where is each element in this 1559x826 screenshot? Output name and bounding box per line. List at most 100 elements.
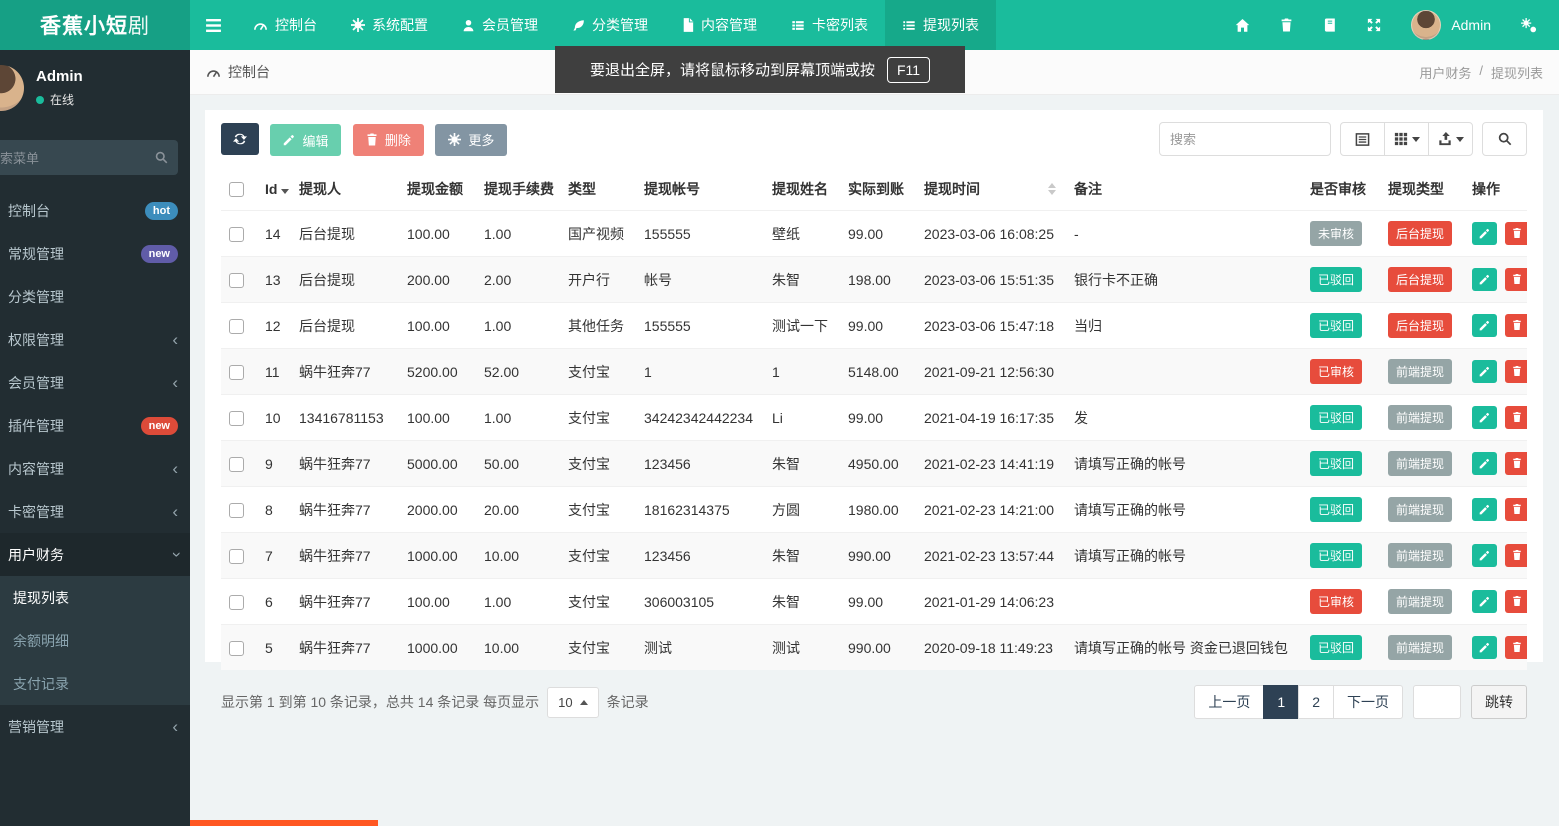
export-icon [1438,132,1452,146]
more-button[interactable]: 更多 [435,124,507,156]
cell-fee: 10.00 [476,625,560,671]
cell-id: 11 [257,349,291,395]
sidebar-menu-item[interactable]: 常规管理 new [0,232,190,275]
cell-id: 9 [257,441,291,487]
row-edit-button[interactable] [1472,406,1497,429]
pagination: 上一页 1 2 下一页 [1195,685,1403,719]
topbar-nav-card-list[interactable]: 卡密列表 [774,0,885,50]
row-checkbox[interactable] [229,457,244,472]
table-row: 12 后台提现 100.00 1.00 其他任务 155555 测试一下 99.… [221,303,1527,349]
row-delete-button[interactable] [1505,406,1527,429]
row-checkbox[interactable] [229,227,244,242]
table-row: 5 蜗牛狂奔77 1000.00 10.00 支付宝 测试 测试 990.00 … [221,625,1527,671]
table-search-input[interactable] [1159,122,1331,156]
row-checkbox[interactable] [229,273,244,288]
sidebar-item-user-finance[interactable]: 用户财务 [0,533,190,576]
row-checkbox[interactable] [229,641,244,656]
jump-page-input[interactable] [1413,685,1461,719]
topbar-nav-members[interactable]: 会员管理 [445,0,555,50]
row-edit-button[interactable] [1472,268,1497,291]
header-id[interactable]: Id [257,168,291,211]
book-icon[interactable] [1323,18,1337,32]
cell-fee: 52.00 [476,349,560,395]
sidebar-submenu-item[interactable]: 提现列表 [0,576,190,619]
search-button[interactable] [1482,122,1527,156]
topbar-nav-content[interactable]: 内容管理 [665,0,774,50]
user-icon [462,19,475,32]
sidebar-toggle-button[interactable] [190,0,236,50]
pencil-icon [1479,366,1490,377]
cell-id: 7 [257,533,291,579]
row-edit-button[interactable] [1472,636,1497,659]
expand-icon[interactable] [1367,18,1381,32]
jump-button[interactable]: 跳转 [1471,685,1527,719]
pencil-icon [1479,274,1490,285]
sidebar-menu-item[interactable]: 卡密管理 [0,490,190,533]
row-checkbox[interactable] [229,595,244,610]
row-edit-button[interactable] [1472,452,1497,475]
header-time[interactable]: 提现时间 [916,168,1066,211]
row-delete-button[interactable] [1505,360,1527,383]
row-delete-button[interactable] [1505,268,1527,291]
sidebar-search-input[interactable]: 搜索菜单 [0,140,178,175]
row-checkbox[interactable] [229,411,244,426]
row-checkbox[interactable] [229,319,244,334]
pagination-page-2[interactable]: 2 [1298,685,1334,719]
sidebar-menu-item[interactable]: 权限管理 [0,318,190,361]
row-edit-button[interactable] [1472,544,1497,567]
row-delete-button[interactable] [1505,636,1527,659]
sidebar-menu-item[interactable]: 分类管理 [0,275,190,318]
delete-button[interactable]: 删除 [353,124,424,156]
row-edit-button[interactable] [1472,498,1497,521]
header-actions: 操作 [1464,168,1527,211]
cell-fee: 1.00 [476,395,560,441]
cell-actual: 5148.00 [840,349,916,395]
pagination-prev[interactable]: 上一页 [1194,685,1264,719]
row-checkbox[interactable] [229,549,244,564]
edit-button[interactable]: 编辑 [270,124,341,156]
row-delete-button[interactable] [1505,452,1527,475]
sidebar-menu-item[interactable]: 控制台 hot [0,189,190,232]
row-edit-button[interactable] [1472,360,1497,383]
sidebar-menu-item[interactable]: 内容管理 [0,447,190,490]
cell-amount: 1000.00 [399,533,476,579]
row-edit-button[interactable] [1472,222,1497,245]
columns-button[interactable] [1384,122,1429,156]
cell-actual: 4950.00 [840,441,916,487]
menu-badge: new [141,417,178,435]
sidebar-menu-item[interactable]: 会员管理 [0,361,190,404]
topbar-nav-dashboard[interactable]: 控制台 [236,0,334,50]
topbar-nav-categories[interactable]: 分类管理 [555,0,665,50]
pagination-page-1[interactable]: 1 [1263,685,1299,719]
topbar-nav-withdraw-list[interactable]: 提现列表 [885,0,996,50]
row-delete-button[interactable] [1505,498,1527,521]
pagination-next[interactable]: 下一页 [1333,685,1403,719]
detail-view-button[interactable] [1340,122,1385,156]
list-icon [902,19,916,32]
cell-id: 12 [257,303,291,349]
cogs-icon[interactable] [1521,18,1537,33]
row-delete-button[interactable] [1505,222,1527,245]
review-status-badge: 已驳回 [1310,451,1362,476]
sidebar-menu-item[interactable]: 插件管理 new [0,404,190,447]
row-delete-button[interactable] [1505,544,1527,567]
row-checkbox[interactable] [229,503,244,518]
row-delete-button[interactable] [1505,314,1527,337]
home-icon[interactable] [1235,18,1250,33]
row-edit-button[interactable] [1472,590,1497,613]
row-edit-button[interactable] [1472,314,1497,337]
user-menu[interactable]: Admin [1411,10,1491,40]
trash-icon[interactable] [1280,18,1293,32]
sidebar-menu-item[interactable]: 营销管理 [0,705,190,748]
refresh-button[interactable] [221,123,259,155]
sidebar-submenu-item[interactable]: 支付记录 [0,662,190,705]
row-checkbox[interactable] [229,365,244,380]
page-size-select[interactable]: 10 [547,687,598,718]
topbar-nav-system-config[interactable]: 系统配置 [334,0,445,50]
export-button[interactable] [1428,122,1473,156]
cell-actual: 99.00 [840,579,916,625]
withdraw-table: Id 提现人 提现金额 提现手续费 类型 提现帐号 提现姓名 实际到账 提现时间… [221,168,1527,670]
row-delete-button[interactable] [1505,590,1527,613]
sidebar-submenu-item[interactable]: 余额明细 [0,619,190,662]
select-all-checkbox[interactable] [229,182,244,197]
